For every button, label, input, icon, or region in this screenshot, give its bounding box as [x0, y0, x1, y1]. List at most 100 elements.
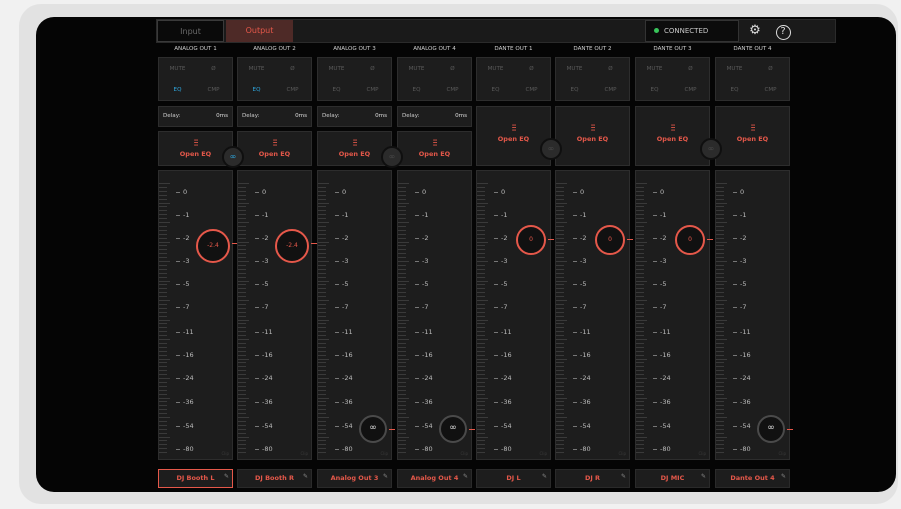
- scale-label: -3: [415, 257, 428, 265]
- scale-mark: [653, 448, 657, 450]
- mute-button[interactable]: MUTE: [557, 59, 592, 79]
- scale-mark: [176, 331, 180, 333]
- fader-knob[interactable]: ∞: [439, 415, 475, 443]
- eq-toggle-button[interactable]: EQ: [160, 80, 195, 100]
- channel-label-button[interactable]: DJ R ✎: [555, 469, 630, 488]
- eq-toggle-button[interactable]: EQ: [399, 80, 434, 100]
- cmp-button[interactable]: CMP: [435, 80, 470, 100]
- scale-tick: [318, 194, 326, 196]
- scale-value: -36: [501, 398, 512, 406]
- scale-value: -24: [660, 374, 671, 382]
- fader-knob[interactable]: 0: [516, 225, 554, 255]
- fader-track[interactable]: 0 -1 -2 -3 -5 -7 -11 -16 -24 -36 -54 -80 ∞ Clip: [397, 170, 475, 460]
- open-eq-panel[interactable]: ⫶⫶⫶ Open EQ: [715, 106, 790, 166]
- phase-button[interactable]: Ø: [673, 59, 708, 79]
- scale-tick: [716, 315, 724, 317]
- mute-button[interactable]: MUTE: [239, 59, 274, 79]
- phase-button[interactable]: Ø: [435, 59, 470, 79]
- fader-track[interactable]: 0 -1 -2 -3 -5 -7 -11 -16 -24 -36 -54 -80 0 Clip: [555, 170, 633, 460]
- pencil-icon: ✎: [780, 473, 786, 480]
- scale-tick: [477, 206, 485, 208]
- link-channels-icon[interactable]: ∞: [381, 146, 403, 168]
- fader-knob[interactable]: ∞: [359, 415, 395, 443]
- help-button[interactable]: ?: [771, 20, 795, 42]
- mute-button[interactable]: MUTE: [717, 59, 752, 79]
- cmp-button[interactable]: CMP: [753, 80, 788, 100]
- delay-row[interactable]: Delay: 0ms: [397, 106, 472, 127]
- channel-label-button[interactable]: DJ Booth R ✎: [237, 469, 312, 488]
- fader-track[interactable]: 0 -1 -2 -3 -5 -7 -11 -16 -24 -36 -54 -80 ∞ Clip: [715, 170, 793, 460]
- fader-track[interactable]: 0 -1 -2 -3 -5 -7 -11 -16 -24 -36 -54 -80 -2.4 Clip: [158, 170, 238, 460]
- scale-tick: [159, 288, 167, 290]
- open-eq-panel[interactable]: ⫶⫶⫶ Open EQ: [476, 106, 551, 166]
- channel-label-button[interactable]: DJ Booth L ✎: [158, 469, 233, 488]
- cmp-button[interactable]: CMP: [275, 80, 310, 100]
- cmp-button[interactable]: CMP: [593, 80, 628, 100]
- fader-knob[interactable]: 0: [595, 225, 633, 255]
- eq-toggle-button[interactable]: EQ: [478, 80, 513, 100]
- open-eq-panel[interactable]: ⫶⫶⫶ Open EQ: [237, 131, 312, 166]
- phase-button[interactable]: Ø: [275, 59, 310, 79]
- open-eq-panel[interactable]: ⫶⫶⫶ Open EQ: [635, 106, 710, 166]
- scale-mark: [494, 401, 498, 403]
- fader-knob[interactable]: ∞: [757, 415, 793, 443]
- scale-tick: [636, 241, 647, 243]
- cmp-button[interactable]: CMP: [355, 80, 390, 100]
- tab-output[interactable]: Output: [226, 20, 293, 42]
- mute-button[interactable]: MUTE: [319, 59, 354, 79]
- scale-tick: [477, 417, 488, 418]
- phase-button[interactable]: Ø: [514, 59, 549, 79]
- delay-row[interactable]: Delay: 0ms: [317, 106, 392, 127]
- fader-track[interactable]: 0 -1 -2 -3 -5 -7 -11 -16 -24 -36 -54 -80 0 Clip: [476, 170, 554, 460]
- phase-button[interactable]: Ø: [355, 59, 390, 79]
- channel-label-button[interactable]: Dante Out 4 ✎: [715, 469, 790, 488]
- link-channels-icon[interactable]: ∞: [222, 146, 244, 168]
- scale-mark: [255, 237, 259, 239]
- scale-tick: [636, 222, 647, 223]
- fader-track[interactable]: 0 -1 -2 -3 -5 -7 -11 -16 -24 -36 -54 -80 0 Clip: [635, 170, 713, 460]
- mute-button[interactable]: MUTE: [160, 59, 195, 79]
- scale-tick: [238, 354, 246, 356]
- channel-label-button[interactable]: Analog Out 3 ✎: [317, 469, 392, 488]
- mute-button[interactable]: MUTE: [637, 59, 672, 79]
- scale-value: -80: [422, 445, 433, 453]
- eq-toggle-button[interactable]: EQ: [717, 80, 752, 100]
- eq-toggle-button[interactable]: EQ: [557, 80, 592, 100]
- delay-row[interactable]: Delay: 0ms: [158, 106, 233, 127]
- fader-knob[interactable]: -2.4: [196, 229, 238, 263]
- scale-tick: [477, 237, 485, 239]
- cmp-button[interactable]: CMP: [196, 80, 231, 100]
- scale-tick: [398, 436, 409, 438]
- link-channels-icon[interactable]: ∞: [700, 138, 722, 160]
- open-eq-panel[interactable]: ⫶⫶⫶ Open EQ: [397, 131, 472, 166]
- phase-button[interactable]: Ø: [593, 59, 628, 79]
- scale-tick: [398, 428, 406, 430]
- fader-knob[interactable]: -2.4: [275, 229, 317, 263]
- mute-button[interactable]: MUTE: [399, 59, 434, 79]
- channel-label-button[interactable]: DJ L ✎: [476, 469, 551, 488]
- delay-row[interactable]: Delay: 0ms: [237, 106, 312, 127]
- eq-toggle-button[interactable]: EQ: [637, 80, 672, 100]
- settings-button[interactable]: ⚙: [743, 20, 767, 42]
- scale-tick: [477, 393, 485, 395]
- fader-track[interactable]: 0 -1 -2 -3 -5 -7 -11 -16 -24 -36 -54 -80 -2.4 Clip: [237, 170, 317, 460]
- channel-label-button[interactable]: DJ MIC ✎: [635, 469, 710, 488]
- tab-input[interactable]: Input: [157, 20, 224, 42]
- link-channels-icon[interactable]: ∞: [540, 138, 562, 160]
- scale-tick: [238, 393, 246, 395]
- phase-button[interactable]: Ø: [753, 59, 788, 79]
- scale-tick: [477, 374, 485, 376]
- eq-toggle-button[interactable]: EQ: [319, 80, 354, 100]
- channel-label-button[interactable]: Analog Out 4 ✎: [397, 469, 472, 488]
- mute-button[interactable]: MUTE: [478, 59, 513, 79]
- scale-label: 0: [255, 188, 266, 196]
- eq-toggle-button[interactable]: EQ: [239, 80, 274, 100]
- scale-tick: [556, 186, 564, 188]
- cmp-button[interactable]: CMP: [514, 80, 549, 100]
- fader-track[interactable]: 0 -1 -2 -3 -5 -7 -11 -16 -24 -36 -54 -80 ∞ Clip: [317, 170, 395, 460]
- fader-knob[interactable]: 0: [675, 225, 713, 255]
- open-eq-panel[interactable]: ⫶⫶⫶ Open EQ: [555, 106, 630, 166]
- scale-tick: [398, 315, 406, 317]
- phase-button[interactable]: Ø: [196, 59, 231, 79]
- cmp-button[interactable]: CMP: [673, 80, 708, 100]
